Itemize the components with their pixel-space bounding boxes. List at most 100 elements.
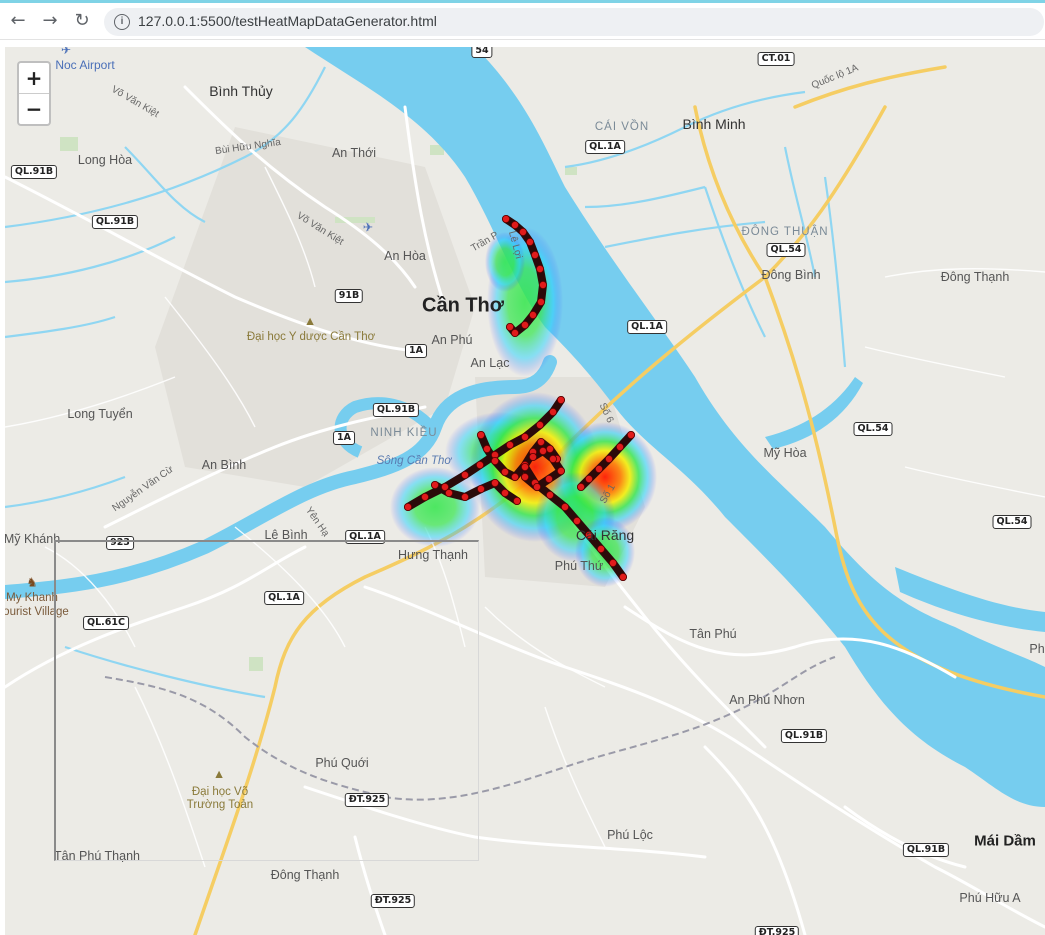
label-noc-airport: Noc Airport: [55, 58, 115, 72]
arrow-right-icon[interactable]: →: [38, 9, 62, 33]
shield-ql54-c: QL.54: [992, 515, 1032, 529]
gps-track-point: [475, 460, 484, 469]
gps-track-point: [546, 444, 555, 453]
gps-track-point: [521, 432, 530, 441]
shield-ql1a-a: QL.1A: [585, 140, 625, 154]
label-dong-thanh-north: Đông Thạnh: [940, 270, 1010, 284]
gps-track-point: [605, 454, 614, 463]
label-tan-phu: Tân Phú: [689, 627, 737, 641]
gps-track-point: [521, 320, 530, 329]
label-phu-edge: Ph: [1029, 642, 1045, 656]
shield-ct01: CT.01: [757, 52, 795, 66]
label-an-hoa: An Hòa: [384, 249, 426, 263]
gps-track-point: [500, 467, 509, 476]
gps-track-point: [595, 464, 604, 473]
gps-track-point: [521, 462, 530, 471]
label-my-hoa: Mỹ Hòa: [763, 446, 807, 460]
label-song-can-tho: Sông Cần Thơ: [376, 455, 452, 467]
map-container[interactable]: Noc Airport ✈ Bình Thủy Võ Văn Kiệt Bùi …: [5, 47, 1045, 935]
tourist-icon: ♞: [26, 575, 38, 590]
address-bar[interactable]: i 127.0.0.1:5500/testHeatMapDataGenerato…: [104, 8, 1044, 36]
label-my-khanh-village: My Khanh: [6, 592, 58, 604]
gps-track-point: [490, 478, 499, 487]
label-dai-hoc-y-duoc: Đại học Y dược Cần Thơ: [246, 331, 376, 343]
gps-track-point: [609, 559, 618, 568]
label-dong-thanh-south: Đông Thạnh: [270, 868, 340, 882]
label-an-phu-nhon: An Phú Nhơn: [729, 693, 805, 707]
gps-track-point: [505, 322, 514, 331]
label-ninh-kieu: NINH KIỀU: [370, 427, 438, 439]
gps-track-point: [444, 488, 453, 497]
label-cai-rang: Cái Răng: [575, 527, 635, 543]
airport-icon: ✈: [60, 47, 72, 57]
label-long-hoa: Long Hòa: [77, 153, 133, 167]
gps-track-point: [403, 502, 412, 511]
shield-ql91b-e: QL.91B: [902, 843, 950, 857]
shield-dt925-b: ĐT.925: [370, 894, 416, 908]
gps-track-point: [549, 454, 558, 463]
label-binh-minh: Bình Minh: [682, 116, 746, 132]
gps-track-point: [557, 466, 566, 475]
gps-track-point: [539, 280, 548, 289]
label-an-binh: An Bình: [201, 458, 247, 472]
gps-track-point: [512, 496, 521, 505]
shield-1a-b: 1A: [333, 431, 355, 445]
gps-track-point: [616, 442, 625, 451]
gps-track-point: [549, 407, 558, 416]
gps-track-point: [505, 440, 514, 449]
shield-ql1a-b: QL.1A: [627, 320, 667, 334]
info-icon[interactable]: i: [114, 14, 130, 30]
gps-track-point: [476, 430, 485, 439]
label-an-thoi: An Thới: [331, 146, 377, 160]
shield-ql54-b: QL.54: [853, 422, 893, 436]
gps-track-point: [482, 444, 491, 453]
arrow-left-icon[interactable]: ←: [6, 9, 30, 33]
url-text[interactable]: 127.0.0.1:5500/testHeatMapDataGenerator.…: [138, 13, 437, 29]
gps-track-point: [526, 237, 535, 246]
label-phu-loc: Phú Lộc: [607, 828, 653, 842]
gps-track-point: [577, 482, 586, 491]
zoom-in-button[interactable]: +: [19, 63, 49, 93]
zoom-control: + −: [17, 61, 51, 126]
gps-track-point: [537, 297, 546, 306]
zoom-out-button[interactable]: −: [19, 93, 49, 124]
airport-runway-icon: ✈: [362, 220, 374, 235]
label-can-tho: Cần Thơ: [422, 294, 504, 317]
gps-track-point: [430, 480, 439, 489]
gps-track-point: [597, 544, 606, 553]
label-phu-huu-a: Phú Hữu A: [959, 891, 1021, 905]
university-icon: ▲: [303, 314, 317, 328]
gps-track-point: [536, 264, 545, 273]
gps-track-point: [420, 492, 429, 501]
gps-track-point: [510, 328, 519, 337]
shield-ql54-a: QL.54: [766, 243, 806, 257]
shield-ql91b-d: QL.91B: [780, 729, 828, 743]
label-dong-binh: Đông Bình: [761, 268, 821, 282]
gps-track-point: [510, 472, 519, 481]
gps-track-point: [529, 452, 538, 461]
gps-track-point: [501, 214, 510, 223]
gps-track-point: [557, 395, 566, 404]
label-an-lac: An Lạc: [470, 356, 510, 370]
gps-track-point: [460, 470, 469, 479]
shield-dt925-c: ĐT.925: [754, 926, 800, 935]
gps-track-point: [460, 492, 469, 501]
gps-track-point: [521, 472, 530, 481]
gps-track-point: [490, 456, 499, 465]
browser-toolbar: ← → ↻ i 127.0.0.1:5500/testHeatMapDataGe…: [0, 3, 1045, 40]
gps-track-point: [529, 310, 538, 319]
gps-track-point: [519, 227, 528, 236]
gps-track-point: [539, 446, 548, 455]
gps-track-point: [619, 573, 628, 582]
gps-track-point: [537, 437, 546, 446]
shield-1a-a: 1A: [405, 344, 427, 358]
shield-54: 54: [471, 47, 493, 58]
label-phu-thu: Phú Thứ: [554, 559, 604, 573]
shield-ql91b-c: QL.91B: [372, 403, 420, 417]
reload-icon[interactable]: ↻: [70, 9, 94, 33]
gps-track-point: [531, 250, 540, 259]
gps-track-point: [510, 220, 519, 229]
label-my-khanh: Mỹ Khánh: [5, 532, 61, 546]
gps-track-point: [545, 474, 554, 483]
label-mai-dam: Mái Dầm: [974, 832, 1036, 850]
